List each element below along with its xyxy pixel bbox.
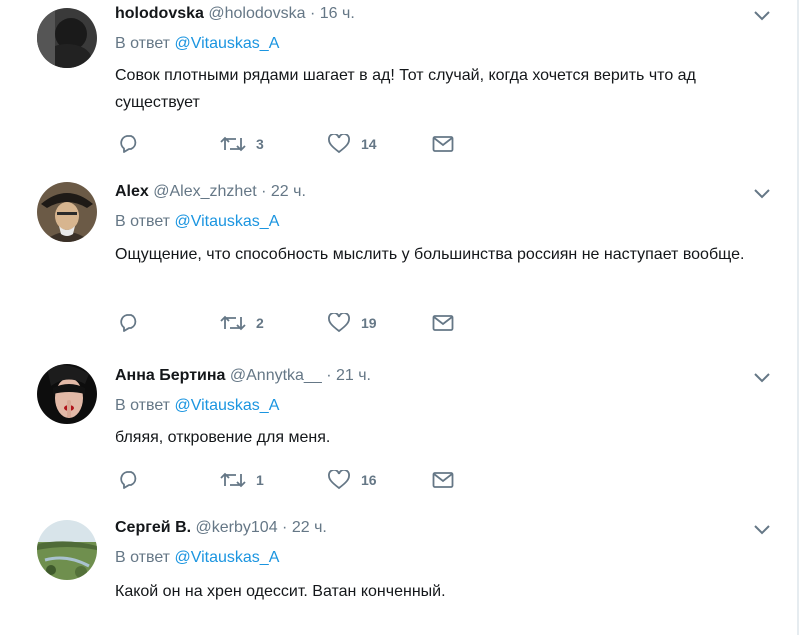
- reply-prefix: В ответ: [115, 213, 171, 230]
- avatar[interactable]: [37, 520, 97, 580]
- timestamp[interactable]: 22 ч.: [271, 183, 306, 200]
- like-count: 14: [361, 136, 377, 152]
- retweet-button[interactable]: 2: [220, 311, 264, 335]
- reply-to-link[interactable]: @Vitauskas_A: [174, 549, 279, 566]
- retweet-icon: [220, 472, 246, 488]
- reply-to-link[interactable]: @Vitauskas_A: [174, 35, 279, 52]
- envelope-icon: [432, 136, 454, 152]
- reply-button[interactable]: [118, 132, 140, 156]
- like-button[interactable]: 16: [327, 468, 377, 492]
- heart-icon: [328, 470, 350, 490]
- avatar[interactable]: [37, 364, 97, 424]
- reply-icon: [120, 471, 137, 489]
- dark-avatar-image: [37, 8, 97, 68]
- like-button[interactable]: 14: [327, 132, 377, 156]
- heart-icon: [328, 313, 350, 333]
- tweet-text: Ощущение, что способность мыслить у боль…: [115, 246, 745, 263]
- reply-prefix: В ответ: [115, 397, 171, 414]
- direct-message-button[interactable]: [432, 132, 454, 156]
- tweet[interactable]: Сергей В. @kerby104 · 22 ч. В ответ @Vit…: [0, 502, 799, 635]
- landscape-avatar-image: [37, 520, 97, 580]
- reply-button[interactable]: [118, 311, 140, 335]
- timestamp[interactable]: 22 ч.: [292, 519, 327, 536]
- display-name[interactable]: Alex: [115, 183, 149, 200]
- tweet[interactable]: holodovska @holodovska · 16 ч. В ответ @…: [0, 0, 799, 167]
- retweet-icon: [220, 315, 246, 331]
- envelope-icon: [432, 472, 454, 488]
- timestamp[interactable]: 16 ч.: [320, 5, 355, 22]
- reply-icon: [120, 135, 137, 153]
- direct-message-button[interactable]: [432, 468, 454, 492]
- tweet-text: бляяя, откровение для меня.: [115, 429, 331, 446]
- separator-dot: ·: [282, 519, 288, 536]
- chevron-down-icon[interactable]: [753, 188, 771, 200]
- reply-prefix: В ответ: [115, 549, 171, 566]
- reply-button[interactable]: [118, 468, 140, 492]
- tweet[interactable]: Alex @Alex_zhzhet · 22 ч. В ответ @Vitau…: [0, 166, 799, 347]
- separator-dot: ·: [326, 367, 332, 384]
- separator-dot: ·: [261, 183, 267, 200]
- like-count: 19: [361, 315, 377, 331]
- reply-to-link[interactable]: @Vitauskas_A: [174, 397, 279, 414]
- retweet-button[interactable]: 1: [220, 468, 264, 492]
- separator-dot: ·: [310, 5, 316, 22]
- display-name[interactable]: holodovska: [115, 5, 204, 22]
- tweet[interactable]: Анна Бертина @Annytka__ · 21 ч. В ответ …: [0, 346, 799, 503]
- direct-message-button[interactable]: [432, 311, 454, 335]
- user-handle[interactable]: @Alex_zhzhet: [153, 183, 256, 200]
- reply-to-link[interactable]: @Vitauskas_A: [174, 213, 279, 230]
- retweet-button[interactable]: 3: [220, 132, 264, 156]
- chevron-down-icon[interactable]: [753, 10, 771, 22]
- avatar[interactable]: [37, 8, 97, 68]
- chevron-down-icon[interactable]: [753, 524, 771, 536]
- envelope-icon: [432, 315, 454, 331]
- avatar[interactable]: [37, 182, 97, 242]
- reply-prefix: В ответ: [115, 35, 171, 52]
- retweet-count: 1: [256, 472, 264, 488]
- reply-icon: [120, 314, 137, 332]
- tweet-text: Какой он на хрен одессит. Ватан конченны…: [115, 583, 446, 600]
- retweet-count: 2: [256, 315, 264, 331]
- heart-icon: [328, 134, 350, 154]
- display-name[interactable]: Анна Бертина: [115, 367, 225, 384]
- tweet-text: Совок плотными рядами шагает в ад! Тот с…: [115, 67, 696, 111]
- chevron-down-icon[interactable]: [753, 372, 771, 384]
- masked-woman-avatar-image: [37, 364, 97, 424]
- user-handle[interactable]: @kerby104: [196, 519, 278, 536]
- portrait-avatar-image: [37, 182, 97, 242]
- retweet-icon: [220, 136, 246, 152]
- like-button[interactable]: 19: [327, 311, 377, 335]
- timestamp[interactable]: 21 ч.: [336, 367, 371, 384]
- user-handle[interactable]: @Annytka__: [230, 367, 322, 384]
- like-count: 16: [361, 472, 377, 488]
- retweet-count: 3: [256, 136, 264, 152]
- display-name[interactable]: Сергей В.: [115, 519, 191, 536]
- user-handle[interactable]: @holodovska: [208, 5, 305, 22]
